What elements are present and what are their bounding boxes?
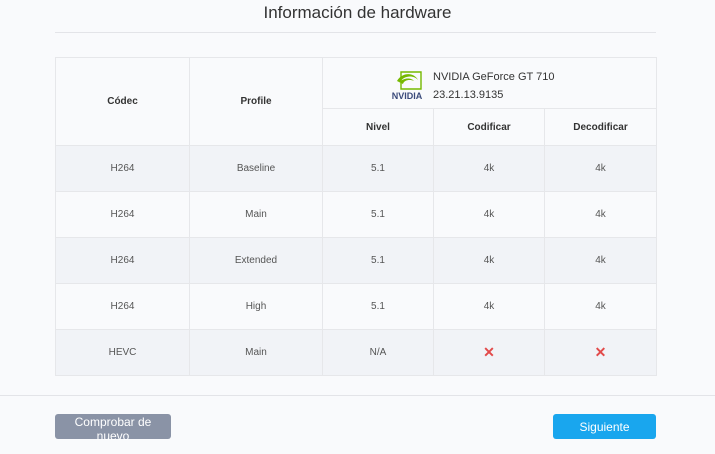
cell-level: 5.1 [322, 145, 434, 192]
cell-level: N/A [322, 329, 434, 376]
recheck-button[interactable]: Comprobar de nuevo [55, 414, 171, 443]
table-row: H264 Baseline 5.1 4k 4k [55, 145, 658, 192]
table-row: H264 Main 5.1 4k 4k [55, 191, 658, 238]
header-profile: Profile [189, 57, 323, 146]
hardware-table: Códec Profile NVIDIA NVIDIA GeForce GT 7… [55, 57, 658, 376]
cell-profile: Extended [189, 237, 323, 284]
x-icon: ✕ [594, 344, 607, 360]
cell-level: 5.1 [322, 191, 434, 238]
cell-encode: 4k [433, 145, 545, 192]
gpu-header: NVIDIA NVIDIA GeForce GT 710 23.21.13.91… [321, 57, 658, 109]
header-encode: Codificar [433, 108, 545, 146]
cell-encode: 4k [433, 191, 545, 238]
page-title: Información de hardware [263, 3, 452, 22]
table-row: HEVC Main N/A ✕ ✕ [55, 329, 658, 376]
cell-codec: H264 [55, 191, 190, 238]
cell-level: 5.1 [322, 283, 434, 330]
title-divider [55, 32, 656, 33]
cell-encode: 4k [433, 283, 545, 330]
cell-profile: High [189, 283, 323, 330]
cell-profile: Baseline [189, 145, 323, 192]
cell-profile: Main [189, 329, 323, 376]
cell-codec: H264 [55, 145, 190, 192]
gpu-driver-version: 23.21.13.9135 [433, 89, 504, 101]
cell-codec: HEVC [55, 329, 190, 376]
cell-encode: 4k [433, 237, 545, 284]
table-row: H264 High 5.1 4k 4k [55, 283, 658, 330]
nvidia-logo-text: NVIDIA [392, 91, 423, 100]
cell-profile: Main [189, 191, 323, 238]
next-button[interactable]: Siguiente [553, 414, 656, 439]
cell-codec: H264 [55, 237, 190, 284]
cell-decode: ✕ [543, 329, 658, 376]
cell-decode: 4k [543, 145, 658, 192]
header-level: Nivel [322, 108, 434, 146]
table-row: H264 Extended 5.1 4k 4k [55, 237, 658, 284]
cell-decode: 4k [543, 283, 658, 330]
cell-level: 5.1 [322, 237, 434, 284]
x-icon: ✕ [483, 344, 495, 360]
cell-encode: ✕ [433, 329, 545, 376]
cell-decode: 4k [543, 191, 658, 238]
cell-decode: 4k [543, 237, 658, 284]
header-decode: Decodificar [543, 108, 658, 146]
nvidia-logo-icon: NVIDIA [392, 71, 423, 100]
cell-codec: H264 [55, 283, 190, 330]
gpu-name: NVIDIA GeForce GT 710 [433, 71, 555, 83]
footer-divider [0, 395, 715, 396]
header-codec: Códec [55, 57, 190, 146]
